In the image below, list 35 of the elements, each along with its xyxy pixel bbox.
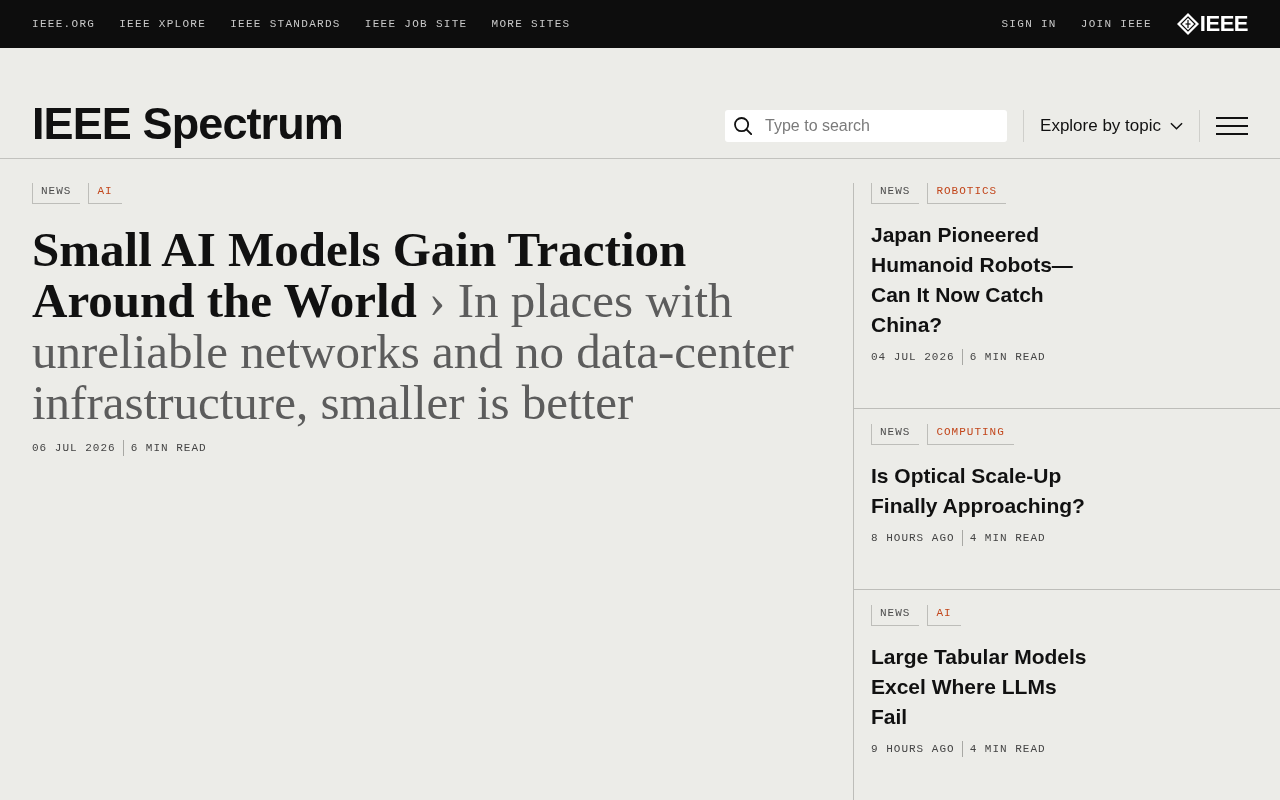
nav-link[interactable]: IEEE JOB SITE <box>364 17 468 31</box>
article-title[interactable]: Japan Pioneered Humanoid Robots—Can It Now Catch China? <box>871 220 1093 340</box>
article-date: 06 JUL 2026 <box>32 441 116 455</box>
search-icon <box>734 117 753 135</box>
article-title[interactable]: Large Tabular Models Excel Where LLMs Fail <box>871 642 1093 732</box>
diamond-logo-icon <box>1176 13 1199 35</box>
nav-link[interactable]: MORE SITES <box>491 17 571 31</box>
article-date: 04 JUL 2026 <box>871 350 955 364</box>
section-tag[interactable]: NEWS <box>871 605 920 626</box>
article-date: 8 HOURS AGO <box>871 531 955 545</box>
menu-icon[interactable] <box>1216 117 1248 135</box>
topic-tag[interactable]: ROBOTICS <box>927 183 1007 204</box>
nav-link[interactable]: IEEE.ORG <box>32 17 96 31</box>
search-field[interactable]: Type to search <box>725 110 1008 142</box>
explore-button[interactable]: Explore by topic <box>1040 116 1183 136</box>
site-logo[interactable]: IEEE Spectrum <box>32 100 343 148</box>
read-time: 6 MIN READ <box>969 350 1046 364</box>
account-link[interactable]: SIGN IN <box>1001 17 1057 31</box>
section-tag[interactable]: NEWS <box>871 183 920 204</box>
read-time: 4 MIN READ <box>969 742 1046 756</box>
topic-tag[interactable]: AI <box>927 605 961 626</box>
nav-link[interactable]: IEEE XPLORE <box>119 17 207 31</box>
section-tag[interactable]: NEWS <box>871 424 920 445</box>
topic-tag[interactable]: AI <box>88 183 122 204</box>
brand-link[interactable]: IEEE <box>1176 12 1248 36</box>
section-tag[interactable]: NEWS <box>32 183 81 204</box>
topic-tag[interactable]: COMPUTING <box>927 424 1014 445</box>
account-link[interactable]: JOIN IEEE <box>1080 17 1152 31</box>
nav-link[interactable]: IEEE STANDARDS <box>230 17 341 31</box>
read-time: 4 MIN READ <box>969 531 1046 545</box>
read-time: 6 MIN READ <box>130 441 207 455</box>
chevron-down-icon <box>1170 122 1183 130</box>
article-date: 9 HOURS AGO <box>871 742 955 756</box>
article-title[interactable]: Is Optical Scale-Up Finally Approaching? <box>871 461 1093 521</box>
article-headline[interactable]: Small AI Models Gain Traction Around the World › In places with unreliable networks and no data-center infrastructure, smaller is better <box>32 224 812 428</box>
